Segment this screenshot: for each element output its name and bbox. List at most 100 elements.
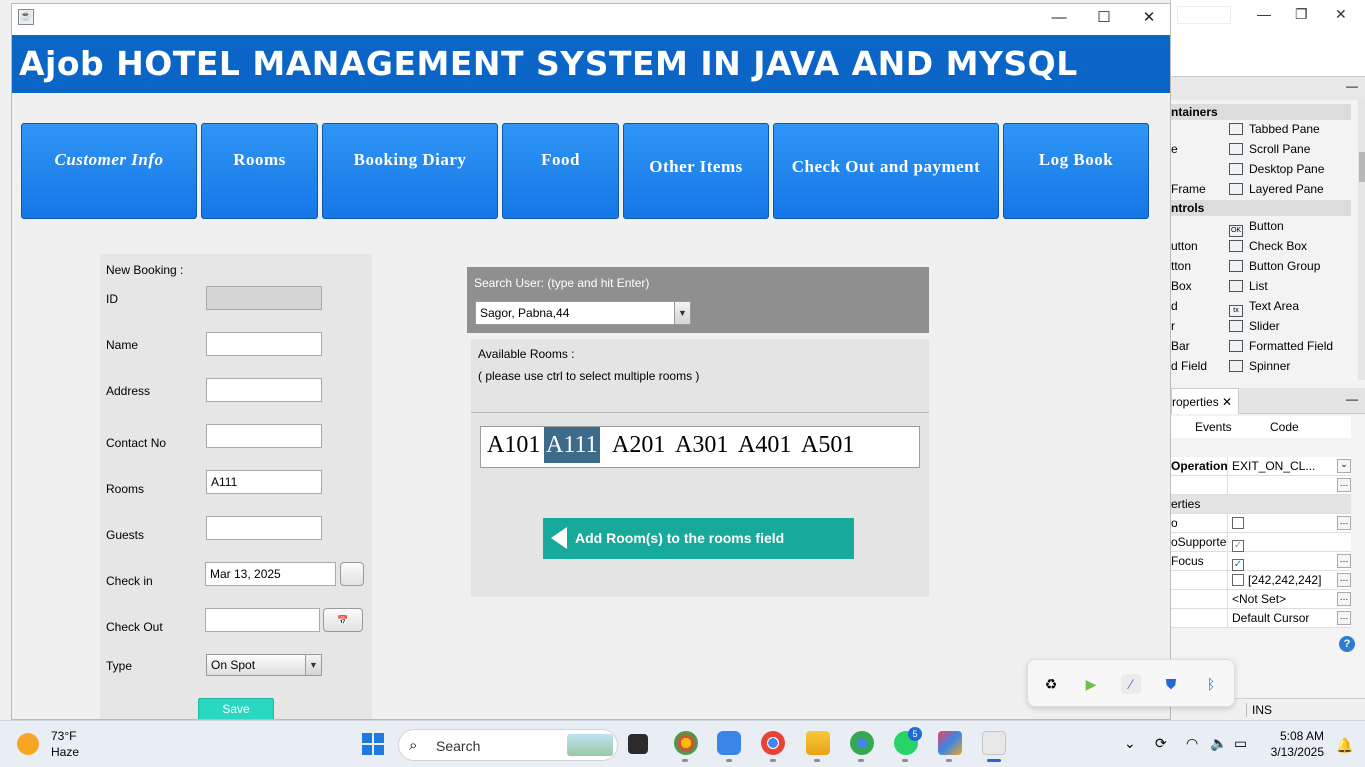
ide-minimize-button[interactable]: — — [1257, 6, 1271, 22]
room-item[interactable]: A201 — [610, 427, 667, 463]
close-icon[interactable]: ✕ — [1222, 395, 1232, 409]
palette-left-item[interactable]: Box — [1171, 277, 1192, 295]
palette-layered-pane[interactable]: Layered Pane — [1229, 180, 1324, 198]
task-view-icon[interactable] — [628, 734, 648, 754]
volume-icon[interactable]: 🔈 — [1210, 735, 1227, 752]
palette-left-item[interactable]: e — [1171, 140, 1178, 158]
checkin-date-field[interactable]: Mar 13, 2025 — [205, 562, 336, 586]
palette-button-group[interactable]: Button Group — [1229, 257, 1320, 275]
nav-food-button[interactable]: Food — [502, 123, 619, 219]
room-item[interactable]: A301 — [673, 427, 730, 463]
nav-rooms-button[interactable]: Rooms — [201, 123, 318, 219]
system-clock[interactable]: 5:08 AM 3/13/2025 — [1262, 728, 1324, 760]
palette-slider[interactable]: Slider — [1229, 317, 1280, 335]
tab-code[interactable]: Code — [1270, 420, 1299, 434]
palette-left-item[interactable]: utton — [1171, 237, 1198, 255]
media-player-icon[interactable]: ▶ — [1081, 674, 1101, 694]
chevron-down-icon[interactable]: ⌄ — [1337, 459, 1351, 473]
palette-tabbed-pane[interactable]: Tabbed Pane — [1229, 120, 1320, 138]
calendar-icon[interactable]: 📅 — [323, 608, 363, 632]
ide-search-box[interactable] — [1177, 6, 1231, 24]
palette-button[interactable]: OK Button — [1229, 217, 1284, 237]
ide-close-button[interactable]: ✕ — [1335, 6, 1347, 23]
chrome-alt-icon[interactable] — [850, 731, 874, 755]
palette-check-box[interactable]: Check Box — [1229, 237, 1307, 255]
rooms-list[interactable]: A101 A111 A201 A301 A401 A501 — [480, 426, 920, 468]
windows-start-icon[interactable] — [362, 733, 384, 755]
checkbox[interactable] — [1232, 517, 1244, 529]
help-icon[interactable]: ? — [1339, 636, 1355, 652]
palette-left-item[interactable]: Frame — [1171, 180, 1206, 198]
palette-left-item[interactable]: tton — [1171, 257, 1191, 275]
room-item[interactable]: A501 — [799, 427, 856, 463]
palette-text-area[interactable]: tx Text Area — [1229, 297, 1299, 317]
bluetooth-icon[interactable]: ᛒ — [1201, 674, 1221, 694]
properties-tab[interactable]: roperties ✕ — [1171, 388, 1239, 414]
property-row[interactable]: [242,242,242]… — [1171, 571, 1351, 590]
checkbox[interactable]: ✓ — [1232, 540, 1244, 552]
java-icon[interactable] — [982, 731, 1006, 755]
property-row[interactable]: Focus ✓… — [1171, 552, 1351, 571]
recycle-icon[interactable]: ♻ — [1041, 674, 1061, 694]
notification-icon[interactable]: 🔔 — [1336, 737, 1353, 754]
contact-field[interactable] — [206, 424, 322, 448]
sync-icon[interactable]: ⟳ — [1155, 735, 1167, 752]
palette-formatted-field[interactable]: Formatted Field — [1229, 337, 1333, 355]
shield-warning-icon[interactable]: ⛊ — [1161, 674, 1181, 694]
taskbar-search[interactable]: ⌕ Search — [398, 729, 618, 761]
battery-icon[interactable]: ▭ — [1234, 735, 1247, 752]
property-row[interactable]: … — [1171, 476, 1351, 495]
palette-section-containers[interactable]: ntainers — [1171, 104, 1351, 120]
file-explorer-icon[interactable] — [806, 731, 830, 755]
add-rooms-button[interactable]: Add Room(s) to the rooms field — [543, 518, 854, 559]
checkin-calendar-button[interactable] — [340, 562, 364, 586]
property-section[interactable]: erties — [1171, 495, 1351, 514]
room-item[interactable]: A101 — [485, 427, 542, 463]
close-button[interactable]: ✕ — [1134, 7, 1164, 29]
maximize-button[interactable]: ☐ — [1089, 7, 1119, 29]
chrome-profile-icon[interactable] — [761, 731, 785, 755]
ide-restore-button[interactable]: ❐ — [1295, 6, 1308, 23]
chevron-up-icon[interactable]: ⌄ — [1124, 735, 1136, 752]
property-row[interactable]: Operation EXIT_ON_CL... ⌄ — [1171, 457, 1351, 476]
room-item[interactable]: A401 — [736, 427, 793, 463]
nav-booking-diary-button[interactable]: Booking Diary — [322, 123, 498, 219]
save-button[interactable]: Save — [198, 698, 274, 719]
checkbox[interactable]: ✓ — [1232, 559, 1244, 571]
palette-section-controls[interactable]: ntrols — [1171, 200, 1351, 216]
palette-left-item[interactable]: Bar — [1171, 337, 1190, 355]
palette-spinner[interactable]: Spinner — [1229, 357, 1290, 375]
type-select[interactable]: On Spot ▼ — [206, 654, 322, 676]
search-user-combo[interactable]: Sagor, Pabna,44 ▼ — [475, 301, 691, 325]
name-field[interactable] — [206, 332, 322, 356]
palette-left-item[interactable]: r — [1171, 317, 1175, 335]
rooms-field[interactable]: A111 — [206, 470, 322, 494]
palette-scroll-pane[interactable]: Scroll Pane — [1229, 140, 1310, 158]
room-item-selected[interactable]: A111 — [544, 427, 600, 463]
chevron-down-icon[interactable]: ▼ — [674, 302, 690, 324]
palette-scrollbar[interactable] — [1358, 100, 1365, 380]
address-field[interactable] — [206, 378, 322, 402]
wifi-icon[interactable]: ◠ — [1186, 735, 1198, 752]
feather-icon[interactable]: ∕ — [1121, 674, 1141, 694]
property-row[interactable]: o… — [1171, 514, 1351, 533]
property-row[interactable]: <Not Set>… — [1171, 590, 1351, 609]
guests-field[interactable] — [206, 516, 322, 540]
palette-left-item[interactable]: d — [1171, 297, 1178, 315]
nav-log-book-button[interactable]: Log Book — [1003, 123, 1149, 219]
tab-events[interactable]: Events — [1195, 420, 1232, 434]
copilot-icon[interactable] — [717, 731, 741, 755]
checkout-date-field[interactable] — [205, 608, 320, 632]
chevron-down-icon[interactable]: ▼ — [305, 655, 321, 675]
scrollbar-thumb[interactable] — [1359, 152, 1365, 182]
property-row[interactable]: Default Cursor… — [1171, 609, 1351, 628]
property-row[interactable]: oSupportec ✓ — [1171, 533, 1351, 552]
palette-list[interactable]: List — [1229, 277, 1268, 295]
cube-app-icon[interactable] — [938, 731, 962, 755]
nav-other-items-button[interactable]: Other Items — [623, 123, 769, 219]
minimize-button[interactable]: — — [1044, 7, 1074, 29]
nav-checkout-payment-button[interactable]: Check Out and payment — [773, 123, 999, 219]
palette-desktop-pane[interactable]: Desktop Pane — [1229, 160, 1324, 178]
nav-customer-info-button[interactable]: Customer Info — [21, 123, 197, 219]
palette-left-item[interactable]: d Field — [1171, 357, 1207, 375]
